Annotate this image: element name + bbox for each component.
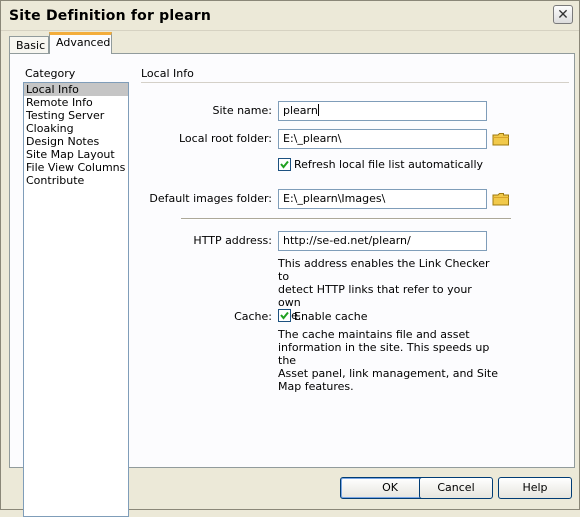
section-divider [181,218,511,220]
advanced-panel: Category Local Info Remote Info Testing … [9,53,575,517]
refresh-checkbox-label[interactable]: Refresh local file list automatically [294,158,483,171]
site-name-value: plearn [283,104,318,117]
cancel-button-label: Cancel [437,481,475,494]
browse-folder-icon[interactable] [492,192,510,206]
help-line: Asset panel, link management, and Site [278,367,499,380]
tab-advanced[interactable]: Advanced [49,32,112,54]
category-item-design-notes[interactable]: Design Notes [24,135,128,148]
help-line: Map features. [278,380,354,393]
close-icon: ✕ [557,6,569,23]
local-root-input[interactable]: E:\_plearn\ [278,129,487,149]
site-name-input[interactable]: plearn [278,101,487,121]
enable-cache-checkbox[interactable] [278,309,291,322]
category-heading: Category [25,67,76,80]
checkmark-icon [280,311,289,320]
category-item-contribute[interactable]: Contribute [24,174,128,187]
enable-cache-label[interactable]: Enable cache [294,310,368,323]
tab-basic-label: Basic [16,39,46,52]
category-item-remote-info[interactable]: Remote Info [24,96,128,109]
section-title: Local Info [141,67,194,80]
help-line: detect HTTP links that refer to your own [278,283,472,309]
default-images-value: E:\_plearn\Images\ [283,192,386,205]
local-root-value: E:\_plearn\ [283,132,342,145]
text-caret [317,104,319,116]
help-button[interactable]: Help [498,477,572,499]
checkmark-icon [280,160,289,169]
default-images-label: Default images folder: [149,192,272,205]
help-line: This address enables the Link Checker to [278,257,490,283]
site-name-label: Site name: [212,104,272,117]
dialog-window: Site Definition for plearn ✕ Basic Advan… [0,0,580,517]
http-address-value: http://se-ed.net/plearn/ [283,234,411,247]
cache-label: Cache: [234,310,272,323]
category-item-cloaking[interactable]: Cloaking [24,122,128,135]
ok-button-label: OK [382,481,398,494]
close-button[interactable]: ✕ [553,5,573,24]
category-item-local-info[interactable]: Local Info [24,83,128,96]
default-images-input[interactable]: E:\_plearn\Images\ [278,189,487,209]
help-line: The cache maintains file and asset [278,328,470,341]
category-item-site-map-layout[interactable]: Site Map Layout [24,148,128,161]
refresh-checkbox[interactable] [278,158,291,171]
tab-basic[interactable]: Basic [9,36,49,54]
local-root-label: Local root folder: [178,132,272,145]
category-item-testing-server[interactable]: Testing Server [24,109,128,122]
http-address-label: HTTP address: [193,234,272,247]
category-item-file-view-columns[interactable]: File View Columns [24,161,128,174]
category-list[interactable]: Local Info Remote Info Testing Server Cl… [23,82,129,517]
help-button-label: Help [522,481,548,494]
window-title: Site Definition for plearn [9,8,211,24]
cancel-button[interactable]: Cancel [419,477,493,499]
cache-help: The cache maintains file and asset infor… [278,328,508,393]
browse-folder-icon[interactable] [492,132,510,146]
help-line: information in the site. This speeds up … [278,341,490,367]
tab-advanced-label: Advanced [56,36,111,49]
http-address-input[interactable]: http://se-ed.net/plearn/ [278,231,487,251]
section-rule [141,82,569,83]
title-bar[interactable]: Site Definition for plearn ✕ [1,1,579,31]
